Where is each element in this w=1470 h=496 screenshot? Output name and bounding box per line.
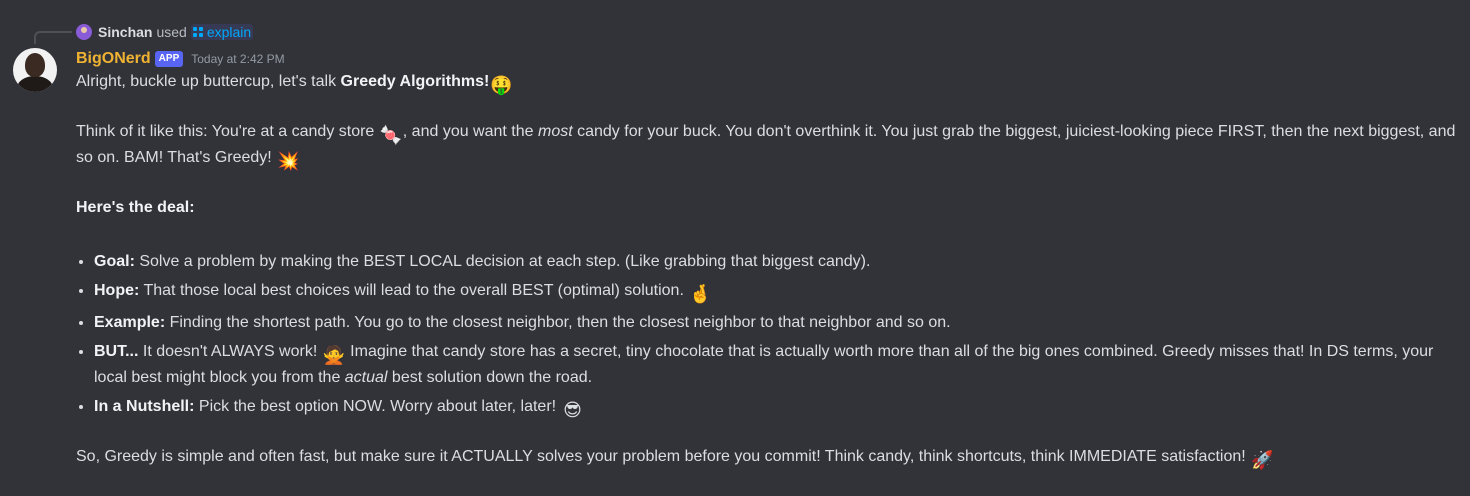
avatar-body [17, 76, 53, 92]
collision-emoji-icon: 💥 [277, 151, 300, 171]
author-avatar[interactable] [13, 48, 57, 92]
invoker-username[interactable]: Sinchan [98, 24, 152, 40]
candy-italic: most [537, 123, 573, 140]
author-username[interactable]: BigONerd [76, 50, 151, 68]
bullet-text: Pick the best option NOW. Worry about la… [194, 398, 561, 415]
candy-text-a: Think of it like this: You're at a candy… [76, 123, 379, 140]
reply-spine [34, 31, 72, 44]
bullet-text: Finding the shortest path. You go to the… [165, 314, 951, 331]
message-header: BigONerd APP Today at 2:42 PM [76, 48, 285, 70]
slash-command-name: explain [206, 24, 252, 40]
bullet-label: Goal: [94, 253, 135, 270]
candy-paragraph: Think of it like this: You're at a candy… [76, 120, 1461, 172]
message-timestamp[interactable]: Today at 2:42 PM [191, 52, 284, 66]
list-item: Goal: Solve a problem by making the BEST… [94, 250, 1461, 273]
deal-bullet-list: Goal: Solve a problem by making the BEST… [76, 250, 1461, 421]
bullet-label: Example: [94, 314, 166, 331]
avatar-head [25, 53, 45, 77]
bullet-label: Hope: [94, 282, 140, 299]
intro-bold: Greedy Algorithms! [340, 73, 490, 90]
outro-paragraph: So, Greedy is simple and often fast, but… [76, 445, 1461, 471]
slash-command-link[interactable]: explain [190, 24, 254, 40]
bullet-text: Solve a problem by making the BEST LOCAL… [134, 253, 871, 270]
list-item: Example: Finding the shortest path. You … [94, 311, 1461, 334]
sunglasses-emoji-icon: 😎 [563, 400, 582, 420]
command-interaction-header: Sinchan used explain [76, 22, 254, 42]
intro-paragraph: Alright, buckle up buttercup, let's talk… [76, 70, 1461, 96]
candy-text-b: , and you want the [402, 123, 538, 140]
message-content: Alright, buckle up buttercup, let's talk… [76, 70, 1461, 471]
candy-emoji-icon: 🍬 [379, 125, 403, 145]
outro-text: So, Greedy is simple and often fast, but… [76, 448, 1251, 465]
invoker-avatar[interactable] [76, 24, 92, 40]
bullet-text-a: It doesn't ALWAYS work! [138, 343, 322, 360]
intro-text: Alright, buckle up buttercup, let's talk [76, 73, 341, 90]
app-badge: APP [154, 51, 184, 67]
bullet-label: In a Nutshell: [94, 398, 195, 415]
money-mouth-emoji-icon: 🤑 [490, 75, 513, 95]
app-command-icon [192, 27, 203, 37]
deal-heading: Here's the deal: [76, 199, 195, 216]
list-item: Hope: That those local best choices will… [94, 279, 1461, 305]
crossed-fingers-emoji-icon: 🤞 [689, 284, 712, 304]
chat-message: Sinchan used explain BigONerd APP Today … [0, 0, 1470, 496]
rocket-emoji-icon: 🚀 [1251, 450, 1274, 470]
list-item: In a Nutshell: Pick the best option NOW.… [94, 395, 1461, 421]
interaction-used-label: used [156, 24, 187, 40]
list-item: BUT... It doesn't ALWAYS work! 🙅 Imagine… [94, 340, 1461, 389]
bullet-italic: actual [344, 369, 388, 386]
no-gesture-emoji-icon: 🙅 [322, 345, 346, 365]
bullet-text: That those local best choices will lead … [139, 282, 689, 299]
bullet-text-c: best solution down the road. [387, 369, 593, 386]
bullet-label: BUT... [94, 343, 139, 360]
deal-heading-paragraph: Here's the deal: [76, 196, 1461, 219]
